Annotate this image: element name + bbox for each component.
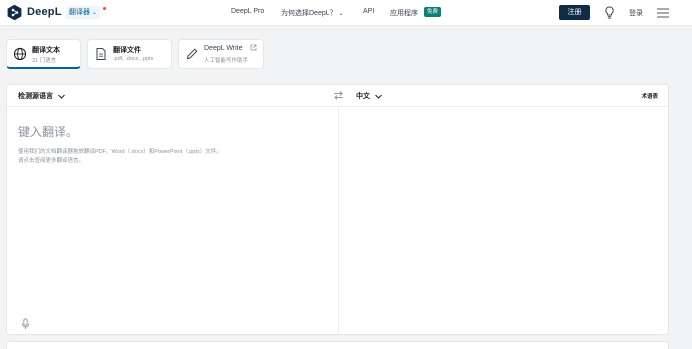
target-language-label: 中文 bbox=[356, 93, 370, 100]
language-bar: 检测源语言 中文 术语表 bbox=[7, 85, 668, 107]
glossary-button[interactable]: 术语表 bbox=[641, 92, 658, 100]
deepl-logo-icon[interactable] bbox=[6, 4, 23, 21]
tab-deepl-write-title: DeepL Write bbox=[204, 45, 243, 52]
target-language-selector[interactable]: 中文 bbox=[356, 91, 383, 101]
source-placeholder: 键入翻译。 bbox=[18, 125, 79, 139]
tab-translate-text-title: 翻译文本 bbox=[32, 47, 60, 54]
chevron-down-icon: ⌄ bbox=[91, 10, 97, 16]
hamburger-menu-icon[interactable] bbox=[656, 7, 670, 19]
source-language-label: 检测源语言 bbox=[18, 93, 53, 100]
tab-translate-text-subtitle: 31 门语言 bbox=[32, 58, 57, 64]
globe-icon bbox=[13, 47, 27, 61]
brand-name[interactable]: DeepL bbox=[27, 6, 62, 18]
tab-translate-files-title: 翻译文件 bbox=[113, 47, 141, 54]
translator-dropdown[interactable]: 翻译器 ⌄ bbox=[66, 6, 100, 19]
nav-deepl-pro[interactable]: DeepL Pro bbox=[231, 8, 264, 15]
nav-why-deepl[interactable]: 为何选择DeepL？ ⌄ bbox=[281, 8, 344, 18]
source-text-input[interactable]: 键入翻译。 使用我们的文档翻译器拖放翻译PDF、Word（.docx）和Powe… bbox=[7, 107, 338, 336]
tab-translate-files-subtitle: .pdf, .docx, .pptx bbox=[113, 56, 154, 62]
source-language-selector[interactable]: 检测源语言 bbox=[18, 91, 66, 101]
swap-languages-icon[interactable] bbox=[333, 90, 344, 101]
tab-deepl-write-subtitle: 人工智能写作助手 bbox=[204, 58, 249, 64]
tab-translate-files[interactable]: 翻译文件 .pdf, .docx, .pptx bbox=[87, 39, 172, 69]
translator-label: 翻译器 bbox=[69, 9, 90, 16]
tab-deepl-write[interactable]: DeepL Write 人工智能写作助手 bbox=[178, 39, 264, 69]
microphone-icon[interactable] bbox=[21, 318, 30, 330]
chevron-down-icon bbox=[58, 94, 65, 99]
nav-apps[interactable]: 应用程序 bbox=[390, 8, 418, 18]
chevron-down-icon bbox=[375, 94, 382, 99]
lightbulb-icon[interactable] bbox=[603, 5, 616, 20]
free-tag: 免费 bbox=[424, 7, 442, 17]
document-icon bbox=[96, 48, 106, 60]
chevron-down-icon: ⌄ bbox=[338, 11, 344, 17]
login-link[interactable]: 登录 bbox=[629, 8, 643, 18]
tab-translate-text[interactable]: 翻译文本 31 门语言 bbox=[6, 39, 81, 69]
pen-icon bbox=[186, 48, 198, 60]
hint-text-line-2: 请点击查阅更多翻译语言。 bbox=[18, 158, 85, 164]
top-navigation-bar: DeepL 翻译器 ⌄ DeepL Pro 为何选择DeepL？ ⌄ API 应… bbox=[0, 0, 692, 26]
footer-strip bbox=[6, 341, 669, 349]
register-button[interactable]: 注册 bbox=[559, 5, 590, 20]
notification-dot bbox=[103, 7, 106, 10]
hint-text-line-1: 使用我们的文档翻译器拖放翻译PDF、Word（.docx）和PowerPoint… bbox=[18, 149, 222, 155]
external-link-icon bbox=[250, 44, 257, 51]
target-text-output[interactable] bbox=[339, 107, 669, 336]
nav-api[interactable]: API bbox=[363, 8, 374, 15]
translator-panel: 检测源语言 中文 术语表 键入翻译。 使用我们的文档翻译器拖放翻译PDF、Wor… bbox=[6, 84, 669, 336]
nav-why-deepl-label: 为何选择DeepL？ bbox=[281, 10, 337, 17]
